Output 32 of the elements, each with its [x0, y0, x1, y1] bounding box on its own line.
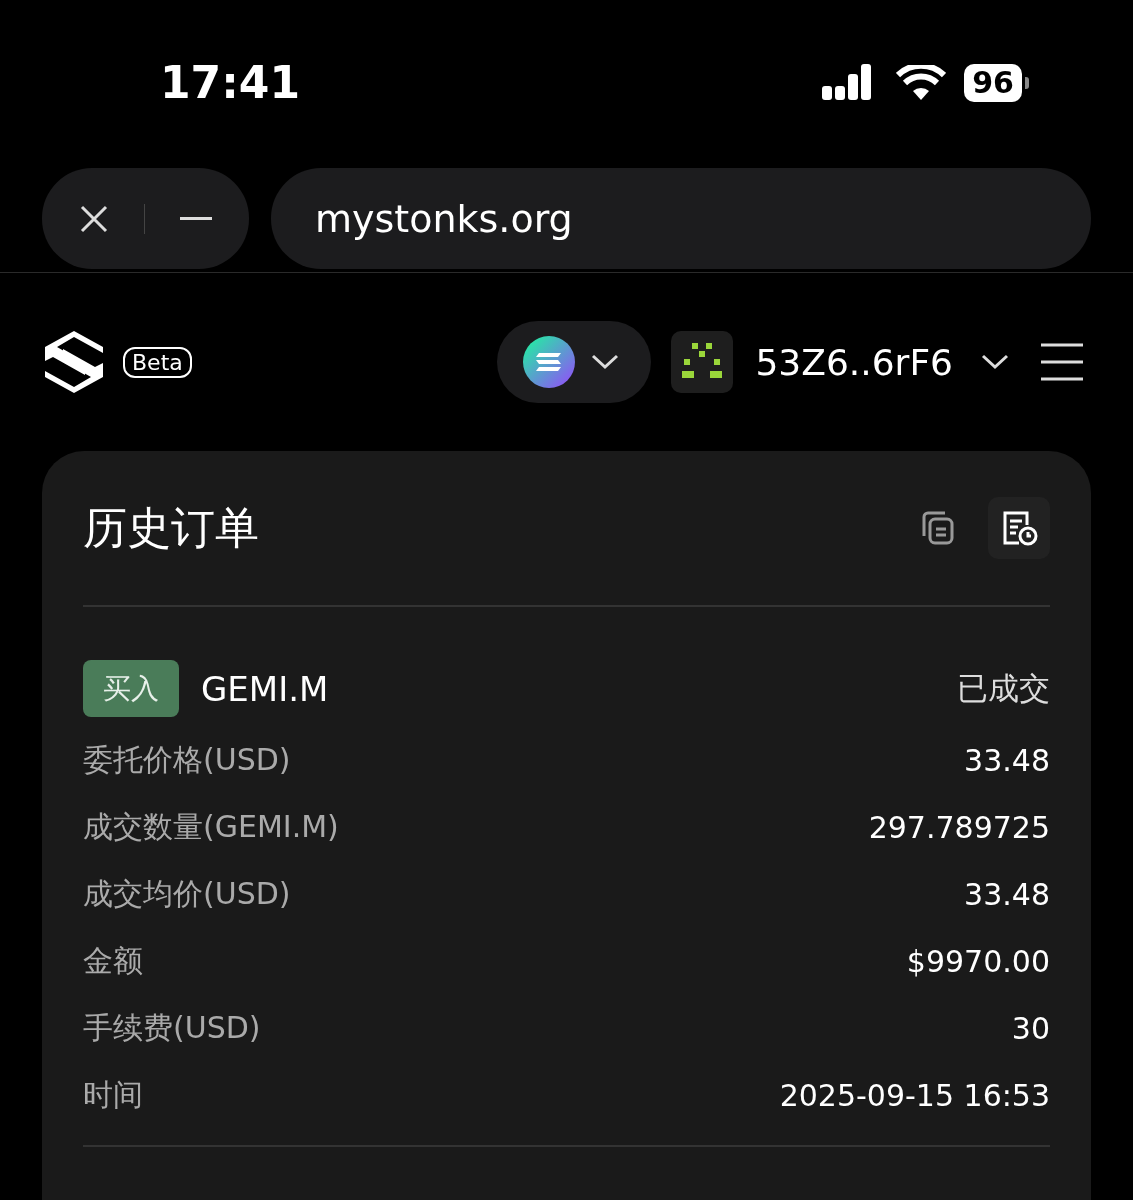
beta-badge: Beta: [123, 346, 192, 378]
field-label: 金额: [83, 942, 143, 980]
field-value: 297.789725: [868, 810, 1050, 845]
field-value: 33.48: [964, 743, 1050, 778]
wifi-icon: [896, 64, 947, 101]
avatar-icon: [671, 331, 734, 393]
field-label: 成交数量(GEMI.M): [83, 808, 339, 846]
card-title: 历史订单: [83, 500, 260, 555]
close-icon[interactable]: [78, 203, 109, 234]
field-label: 时间: [83, 1076, 143, 1114]
coin-icon[interactable]: [523, 336, 576, 388]
field-label: 手续费(USD): [83, 1009, 261, 1047]
chevron-down-icon[interactable]: [591, 354, 620, 370]
status-time: 17:41: [160, 57, 301, 108]
buy-tag: 买入: [83, 660, 179, 717]
field-value: 33.48: [964, 877, 1050, 912]
order-symbol: GEMI.M: [201, 668, 330, 709]
minus-icon[interactable]: [180, 216, 213, 221]
field-label: 成交均价(USD): [83, 875, 291, 913]
order-status: 已成交: [957, 668, 1050, 708]
field-value: 30: [1011, 1011, 1050, 1046]
battery-indicator: 96: [964, 63, 1029, 102]
field-label: 委托价格(USD): [83, 741, 291, 779]
wallet-text[interactable]: 53Z6..6rF6: [755, 341, 953, 383]
wallet-address[interactable]: 53Z6..6rF6: [755, 341, 1009, 383]
address-bar[interactable]: mystonks.org: [271, 168, 1091, 269]
logo-icon: [45, 331, 103, 393]
chevron-down-icon[interactable]: [981, 354, 1009, 370]
history-view-button[interactable]: [988, 497, 1050, 559]
field-value: 2025-09-15 16:53: [779, 1078, 1050, 1113]
field-value: $9970.00: [906, 944, 1050, 979]
menu-button[interactable]: [1041, 343, 1083, 381]
